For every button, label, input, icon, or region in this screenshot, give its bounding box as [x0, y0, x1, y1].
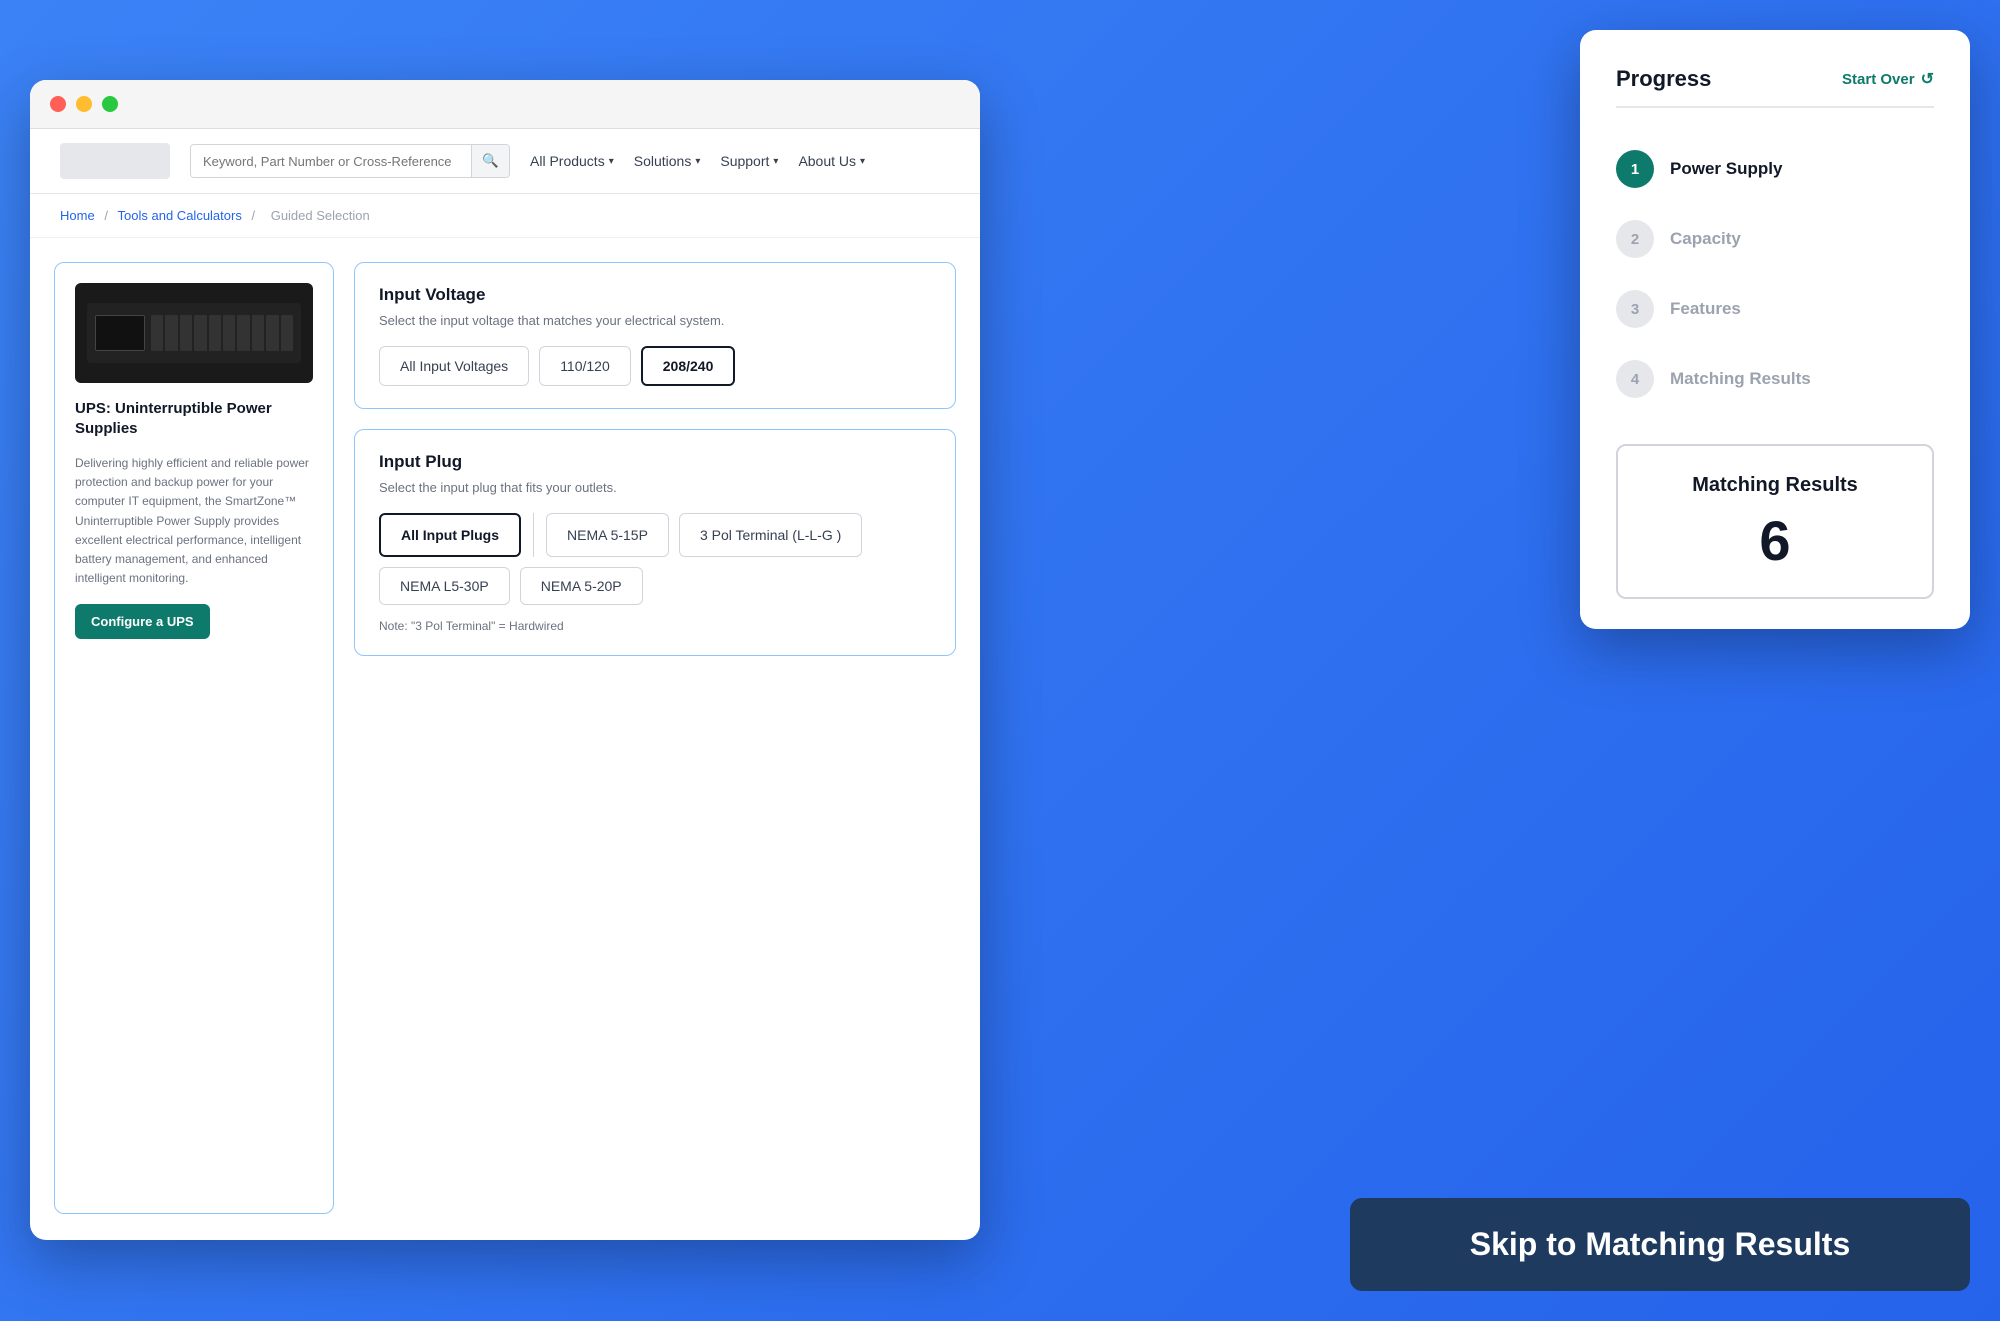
nav-link-support[interactable]: Support ▾: [720, 153, 778, 169]
steps-list: 1 Power Supply 2 Capacity 3 Features 4 M…: [1616, 114, 1934, 434]
plug-options-row2: NEMA L5-30P NEMA 5-20P: [379, 567, 931, 605]
traffic-light-yellow[interactable]: [76, 96, 92, 112]
nav-link-about-us[interactable]: About Us ▾: [798, 153, 865, 169]
skip-banner-text: Skip to Matching Results: [1470, 1226, 1850, 1263]
skip-banner[interactable]: Skip to Matching Results: [1350, 1198, 1970, 1291]
plug-note: Note: "3 Pol Terminal" = Hardwired: [379, 619, 931, 633]
nav-link-all-products[interactable]: All Products ▾: [530, 153, 614, 169]
step-1: 1 Power Supply: [1616, 134, 1934, 204]
browser-chrome: [30, 80, 980, 129]
ups-vent: [237, 315, 249, 351]
chevron-down-icon: ▾: [695, 156, 700, 167]
nav-label-solutions: Solutions: [634, 153, 692, 169]
matching-results-box: Matching Results 6: [1616, 444, 1934, 599]
plug-option-nemal530p[interactable]: NEMA L5-30P: [379, 567, 510, 605]
selector-panel: Input Voltage Select the input voltage t…: [354, 262, 956, 1214]
plug-options-row1: All Input Plugs NEMA 5-15P 3 Pol Termina…: [379, 513, 931, 557]
ups-vent: [194, 315, 206, 351]
matching-results-label: Matching Results: [1654, 474, 1896, 497]
product-title: UPS: Uninterruptible Power Supplies: [75, 399, 313, 438]
progress-panel: Progress Start Over ↺ 1 Power Supply 2 C…: [1580, 30, 1970, 629]
step-3: 3 Features: [1616, 274, 1934, 344]
step-2-circle: 2: [1616, 220, 1654, 258]
input-plug-subtitle: Select the input plug that fits your out…: [379, 480, 931, 495]
voltage-option-all[interactable]: All Input Voltages: [379, 346, 529, 386]
ups-vent: [165, 315, 177, 351]
input-voltage-card: Input Voltage Select the input voltage t…: [354, 262, 956, 409]
configure-ups-button[interactable]: Configure a UPS: [75, 604, 210, 639]
search-container[interactable]: 🔍: [190, 144, 510, 178]
voltage-options: All Input Voltages 110/120 208/240: [379, 346, 931, 386]
matching-results-count: 6: [1654, 513, 1896, 569]
nav-bar: 🔍 All Products ▾ Solutions ▾ Support ▾ A…: [30, 129, 980, 194]
plug-option-nema520p[interactable]: NEMA 5-20P: [520, 567, 643, 605]
breadcrumb-separator: /: [251, 208, 258, 223]
breadcrumb-separator: /: [104, 208, 111, 223]
step-1-label: Power Supply: [1670, 159, 1782, 179]
ups-vent: [252, 315, 264, 351]
nav-label-all-products: All Products: [530, 153, 605, 169]
nav-link-solutions[interactable]: Solutions ▾: [634, 153, 701, 169]
main-content: UPS: Uninterruptible Power Supplies Deli…: [30, 238, 980, 1238]
plug-divider: [533, 513, 534, 557]
step-2: 2 Capacity: [1616, 204, 1934, 274]
ups-vents: [151, 315, 293, 351]
nav-label-support: Support: [720, 153, 769, 169]
breadcrumb-current: Guided Selection: [271, 208, 370, 223]
input-voltage-subtitle: Select the input voltage that matches yo…: [379, 313, 931, 328]
input-plug-card: Input Plug Select the input plug that fi…: [354, 429, 956, 656]
ups-vent: [151, 315, 163, 351]
progress-header: Progress Start Over ↺: [1616, 66, 1934, 108]
browser-window: 🔍 All Products ▾ Solutions ▾ Support ▾ A…: [30, 80, 980, 1240]
input-plug-title: Input Plug: [379, 452, 931, 472]
voltage-option-208[interactable]: 208/240: [641, 346, 736, 386]
start-over-button[interactable]: Start Over ↺: [1842, 69, 1934, 89]
step-4-circle: 4: [1616, 360, 1654, 398]
search-button[interactable]: 🔍: [471, 145, 509, 177]
search-input[interactable]: [191, 146, 471, 177]
chevron-down-icon: ▾: [860, 156, 865, 167]
nav-label-about-us: About Us: [798, 153, 856, 169]
plug-option-3pol[interactable]: 3 Pol Terminal (L-L-G ): [679, 513, 862, 557]
ups-vent: [223, 315, 235, 351]
step-4-label: Matching Results: [1670, 369, 1811, 389]
ups-vent: [281, 315, 293, 351]
ups-vent: [266, 315, 278, 351]
chevron-down-icon: ▾: [773, 156, 778, 167]
traffic-light-red[interactable]: [50, 96, 66, 112]
product-description: Delivering highly efficient and reliable…: [75, 454, 313, 588]
plug-option-nema515p[interactable]: NEMA 5-15P: [546, 513, 669, 557]
plug-option-all[interactable]: All Input Plugs: [379, 513, 521, 557]
ups-vent: [180, 315, 192, 351]
chevron-down-icon: ▾: [609, 156, 614, 167]
step-1-circle: 1: [1616, 150, 1654, 188]
traffic-light-green[interactable]: [102, 96, 118, 112]
breadcrumb-tools[interactable]: Tools and Calculators: [118, 208, 242, 223]
ups-vent: [209, 315, 221, 351]
product-panel: UPS: Uninterruptible Power Supplies Deli…: [54, 262, 334, 1214]
breadcrumb: Home / Tools and Calculators / Guided Se…: [30, 194, 980, 238]
start-over-label: Start Over: [1842, 71, 1915, 88]
step-3-label: Features: [1670, 299, 1741, 319]
ups-device: [87, 303, 301, 363]
search-icon: 🔍: [482, 153, 499, 168]
logo: [60, 143, 170, 179]
product-image: [75, 283, 313, 383]
ups-screen: [95, 315, 145, 351]
breadcrumb-home[interactable]: Home: [60, 208, 95, 223]
nav-links: All Products ▾ Solutions ▾ Support ▾ Abo…: [530, 153, 865, 169]
step-2-label: Capacity: [1670, 229, 1741, 249]
progress-title: Progress: [1616, 66, 1711, 92]
input-voltage-title: Input Voltage: [379, 285, 931, 305]
refresh-icon: ↺: [1921, 69, 1934, 89]
voltage-option-110[interactable]: 110/120: [539, 346, 631, 386]
step-3-circle: 3: [1616, 290, 1654, 328]
step-4: 4 Matching Results: [1616, 344, 1934, 414]
